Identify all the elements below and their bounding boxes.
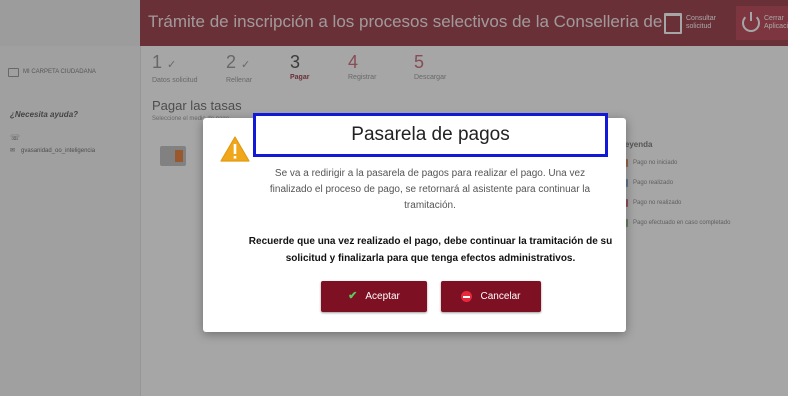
accept-button[interactable]: ✔ Aceptar bbox=[321, 281, 427, 312]
payment-gateway-dialog: Pasarela de pagos Se va a redirigir a la… bbox=[203, 113, 626, 332]
dialog-title: Pasarela de pagos bbox=[351, 124, 510, 145]
dialog-title-highlight: Pasarela de pagos bbox=[253, 113, 608, 157]
warning-triangle-icon bbox=[220, 136, 250, 162]
cancel-button[interactable]: Cancelar bbox=[441, 281, 541, 312]
accept-label: Aceptar bbox=[365, 291, 400, 302]
dialog-notice: Recuerde que una vez realizado el pago, … bbox=[248, 236, 613, 264]
minus-circle-icon bbox=[461, 291, 473, 302]
cancel-label: Cancelar bbox=[480, 291, 521, 302]
checkmark-icon: ✔ bbox=[348, 290, 358, 302]
dialog-message: Se va a redirigir a la pasarela de pagos… bbox=[269, 168, 591, 211]
